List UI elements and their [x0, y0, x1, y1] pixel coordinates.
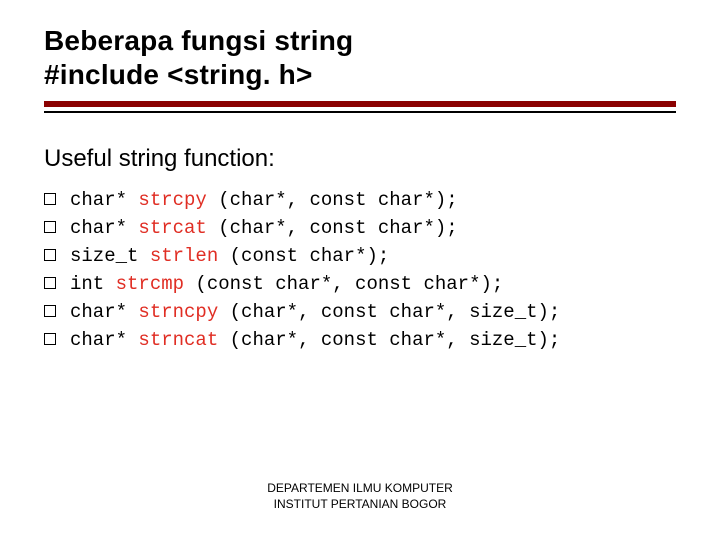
slide: Beberapa fungsi string #include <string.… — [0, 0, 720, 540]
bullet-square-icon — [44, 249, 56, 261]
func-pre: size_t — [70, 245, 150, 267]
title-line-2: #include <string. h> — [44, 58, 676, 92]
footer-line-1: DEPARTEMEN ILMU KOMPUTER — [0, 480, 720, 496]
func-pre: char* — [70, 301, 138, 323]
function-signature: char* strncat (char*, const char*, size_… — [70, 329, 560, 351]
bullet-square-icon — [44, 277, 56, 289]
rule-thick — [44, 101, 676, 107]
list-item: char* strcpy (char*, const char*); — [44, 189, 676, 211]
func-pre: char* — [70, 217, 138, 239]
list-item: char* strncat (char*, const char*, size_… — [44, 329, 676, 351]
title-underline — [44, 101, 676, 113]
func-post: (char*, const char*, size_t); — [218, 329, 560, 351]
function-signature: int strcmp (const char*, const char*); — [70, 273, 503, 295]
list-item: int strcmp (const char*, const char*); — [44, 273, 676, 295]
func-post: (char*, const char*, size_t); — [218, 301, 560, 323]
func-name: strcpy — [138, 189, 206, 211]
rule-thin — [44, 111, 676, 113]
list-item: char* strncpy (char*, const char*, size_… — [44, 301, 676, 323]
bullet-square-icon — [44, 333, 56, 345]
list-item: char* strcat (char*, const char*); — [44, 217, 676, 239]
slide-title: Beberapa fungsi string #include <string.… — [44, 24, 676, 113]
function-signature: char* strcpy (char*, const char*); — [70, 189, 458, 211]
bullet-square-icon — [44, 193, 56, 205]
func-post: (const char*); — [218, 245, 389, 267]
slide-footer: DEPARTEMEN ILMU KOMPUTER INSTITUT PERTAN… — [0, 480, 720, 512]
function-list: char* strcpy (char*, const char*); char*… — [44, 189, 676, 351]
function-signature: char* strcat (char*, const char*); — [70, 217, 458, 239]
func-name: strlen — [150, 245, 218, 267]
function-signature: size_t strlen (const char*); — [70, 245, 389, 267]
func-pre: char* — [70, 189, 138, 211]
func-pre: int — [70, 273, 116, 295]
list-item: size_t strlen (const char*); — [44, 245, 676, 267]
func-name: strcat — [138, 217, 206, 239]
func-post: (const char*, const char*); — [184, 273, 503, 295]
bullet-square-icon — [44, 221, 56, 233]
func-name: strncpy — [138, 301, 218, 323]
func-post: (char*, const char*); — [207, 189, 458, 211]
function-signature: char* strncpy (char*, const char*, size_… — [70, 301, 560, 323]
func-name: strncat — [138, 329, 218, 351]
title-line-1: Beberapa fungsi string — [44, 24, 676, 58]
footer-line-2: INSTITUT PERTANIAN BOGOR — [0, 496, 720, 512]
section-heading: Useful string function: — [44, 145, 676, 173]
bullet-square-icon — [44, 305, 56, 317]
func-name: strcmp — [116, 273, 184, 295]
func-pre: char* — [70, 329, 138, 351]
func-post: (char*, const char*); — [207, 217, 458, 239]
